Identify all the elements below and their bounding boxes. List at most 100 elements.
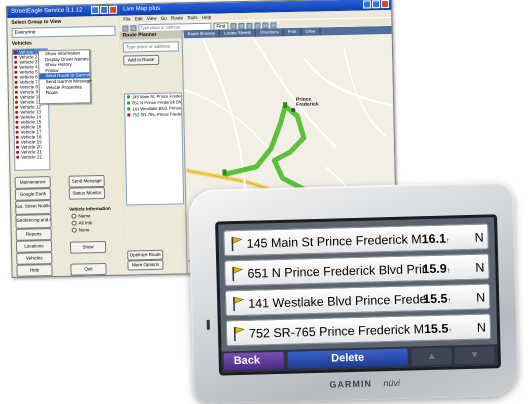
garmin-bezel: 145 Main St Prince Frederick M 16.1↑ N 651 … (215, 214, 502, 376)
garmin-row-direction: N (475, 260, 485, 275)
back-icon[interactable] (122, 24, 129, 32)
quit-button[interactable]: Quit (70, 262, 107, 276)
garmin-row-address: 752 SR-765 Prince Frederick M (248, 322, 425, 341)
route-address-input[interactable]: Type place or address (122, 41, 179, 53)
map-town-label: Prince Frederick (295, 96, 319, 108)
sd-card-slot (206, 319, 210, 330)
map-window-title: Live Map plus (123, 5, 161, 13)
garmin-model: nüvi (383, 377, 401, 389)
route-planner-title: Route Planner (119, 30, 182, 40)
maximize-icon[interactable] (371, 0, 381, 9)
garmin-row-distance: 15.5↑ (424, 320, 452, 340)
vehicle-context-menu[interactable]: Show Information Display Driver Names Show… (37, 49, 92, 105)
notifications-button[interactable]: Go. Street Notifications (15, 200, 52, 215)
measure-icon[interactable] (270, 21, 277, 28)
close-icon[interactable] (109, 5, 118, 14)
route-stop-label: 141 Westlake Blvd, Prince Frederick (132, 105, 182, 112)
garmin-row-address: 145 Main St Prince Frederick M (246, 232, 422, 251)
route-stop-item[interactable]: 752 SR-765, Prince Frederick, MD (125, 111, 181, 118)
geofencing-button[interactable]: Geofencing and Alerts (15, 214, 52, 229)
distance-unit: ↑ (448, 327, 452, 335)
distance-unit: ↑ (446, 267, 451, 275)
garmin-row-address: 141 Westlake Blvd Prince Frede (248, 292, 427, 311)
garmin-route-row[interactable]: 752 SR-765 Prince Frederick M 15.5↑ N (225, 313, 492, 347)
garmin-row-direction: N (475, 290, 486, 305)
distance-value: 15.5 (423, 291, 448, 307)
scroll-down-button[interactable]: ▼ (454, 346, 495, 365)
garmin-row-direction: N (474, 230, 484, 245)
route-start-marker[interactable] (222, 169, 227, 176)
minimize-icon[interactable] (362, 0, 372, 9)
radio-name[interactable]: Name (71, 213, 90, 219)
flag-icon (233, 296, 245, 312)
route-stop-list[interactable]: 145 Main St, Prince Frederick 651 N Princ… (123, 92, 185, 206)
garmin-route-list: 145 Main St Prince Frederick M 16.1↑ N 651 … (218, 217, 494, 347)
reports-button[interactable]: Reports (15, 228, 52, 241)
garmin-logo: GARMIN (329, 378, 373, 390)
route-stop-label: 752 SR-765, Prince Frederick, MD (132, 111, 182, 118)
flag-icon (232, 266, 244, 282)
delete-button[interactable]: Delete (287, 348, 408, 369)
garmin-row-address: 651 N Prince Frederick Blvd Prir (247, 262, 427, 281)
zoom-in-icon[interactable] (230, 22, 237, 29)
streeteagle-window: StreetEagle Service 3.1.12 Select Group … (7, 4, 126, 277)
garmin-row-distance: 15.9↑ (422, 260, 450, 280)
flag-icon (233, 326, 245, 342)
minimize-icon[interactable] (91, 6, 100, 15)
vehicle-list-item[interactable]: Vehicle 22 (15, 154, 49, 160)
maximize-icon[interactable] (100, 5, 109, 15)
distance-value: 16.1 (421, 231, 447, 247)
distance-unit: ↑ (445, 237, 450, 245)
forward-icon[interactable] (130, 24, 137, 31)
radio-all-info[interactable]: All Info (72, 220, 93, 226)
garmin-button-bar: Back Delete ▲ ▼ (221, 344, 498, 373)
garmin-row-distance: 16.1↑ (421, 230, 449, 250)
garmin-device: 145 Main St Prince Frederick M 16.1↑ N 651 … (188, 181, 519, 404)
map-window-controls (362, 0, 390, 9)
vehicles-header: Vehicles (11, 40, 32, 47)
vehicle-info-label: Vehicle Information (69, 205, 111, 212)
route-icon[interactable] (262, 22, 269, 29)
vehicles-button[interactable]: Vehicles (16, 252, 53, 265)
back-button[interactable]: Back (223, 351, 284, 371)
window-title: StreetEagle Service 3.1.12 (11, 7, 83, 15)
garmin-row-distance: 15.5↑ (423, 290, 451, 310)
garmin-route-row[interactable]: 651 N Prince Frederick Blvd Prir 15.9↑ N (224, 253, 490, 287)
stop-marker-icon (127, 113, 131, 117)
locations-button[interactable]: Locations (15, 240, 53, 253)
help-button[interactable]: Help (16, 264, 53, 277)
stop-marker-icon (127, 107, 131, 111)
scroll-up-button[interactable]: ▲ (411, 347, 452, 366)
close-icon[interactable] (380, 0, 390, 9)
google-earth-button[interactable]: Google Earth (14, 188, 52, 201)
more-options-button[interactable]: More Options (127, 259, 164, 271)
status-monitor-button[interactable]: Status Monitor (68, 186, 106, 200)
print-icon[interactable] (254, 22, 261, 29)
road-7 (343, 46, 387, 137)
stop-marker-icon (127, 101, 131, 105)
pan-icon[interactable] (246, 22, 253, 29)
road-2 (252, 38, 337, 148)
show-button[interactable]: Show (69, 240, 107, 254)
distance-value: 15.9 (422, 261, 447, 277)
road-5 (184, 89, 277, 159)
window-controls (91, 5, 118, 15)
add-to-route-button[interactable]: Add to Route (123, 54, 160, 66)
garmin-route-row[interactable]: 141 Westlake Blvd Prince Frede 15.5↑ N (224, 283, 491, 317)
distance-value: 15.5 (423, 321, 449, 337)
garmin-screen: 145 Main St Prince Frederick M 16.1↑ N 651 … (218, 217, 498, 373)
context-menu-item[interactable]: Route (40, 89, 90, 96)
route-planner-panel: Route Planner Type place or address Add … (119, 30, 188, 275)
flag-icon (231, 236, 243, 252)
stop-marker-icon (126, 95, 130, 99)
route-stop-label: 651 N Prince Frederick Blvd, Prince (132, 99, 182, 106)
zoom-out-icon[interactable] (238, 22, 245, 29)
route-stop-marker[interactable] (283, 102, 288, 109)
maintenance-button[interactable]: Maintenance (14, 176, 51, 189)
radio-none[interactable]: None (72, 227, 90, 233)
garmin-row-direction: N (476, 320, 487, 335)
send-message-button[interactable]: Send Message (68, 174, 105, 188)
distance-unit: ↑ (447, 297, 452, 305)
garmin-route-row[interactable]: 145 Main St Prince Frederick M 16.1↑ N (223, 223, 489, 257)
route-stop-label: 145 Main St, Prince Frederick (131, 93, 181, 100)
